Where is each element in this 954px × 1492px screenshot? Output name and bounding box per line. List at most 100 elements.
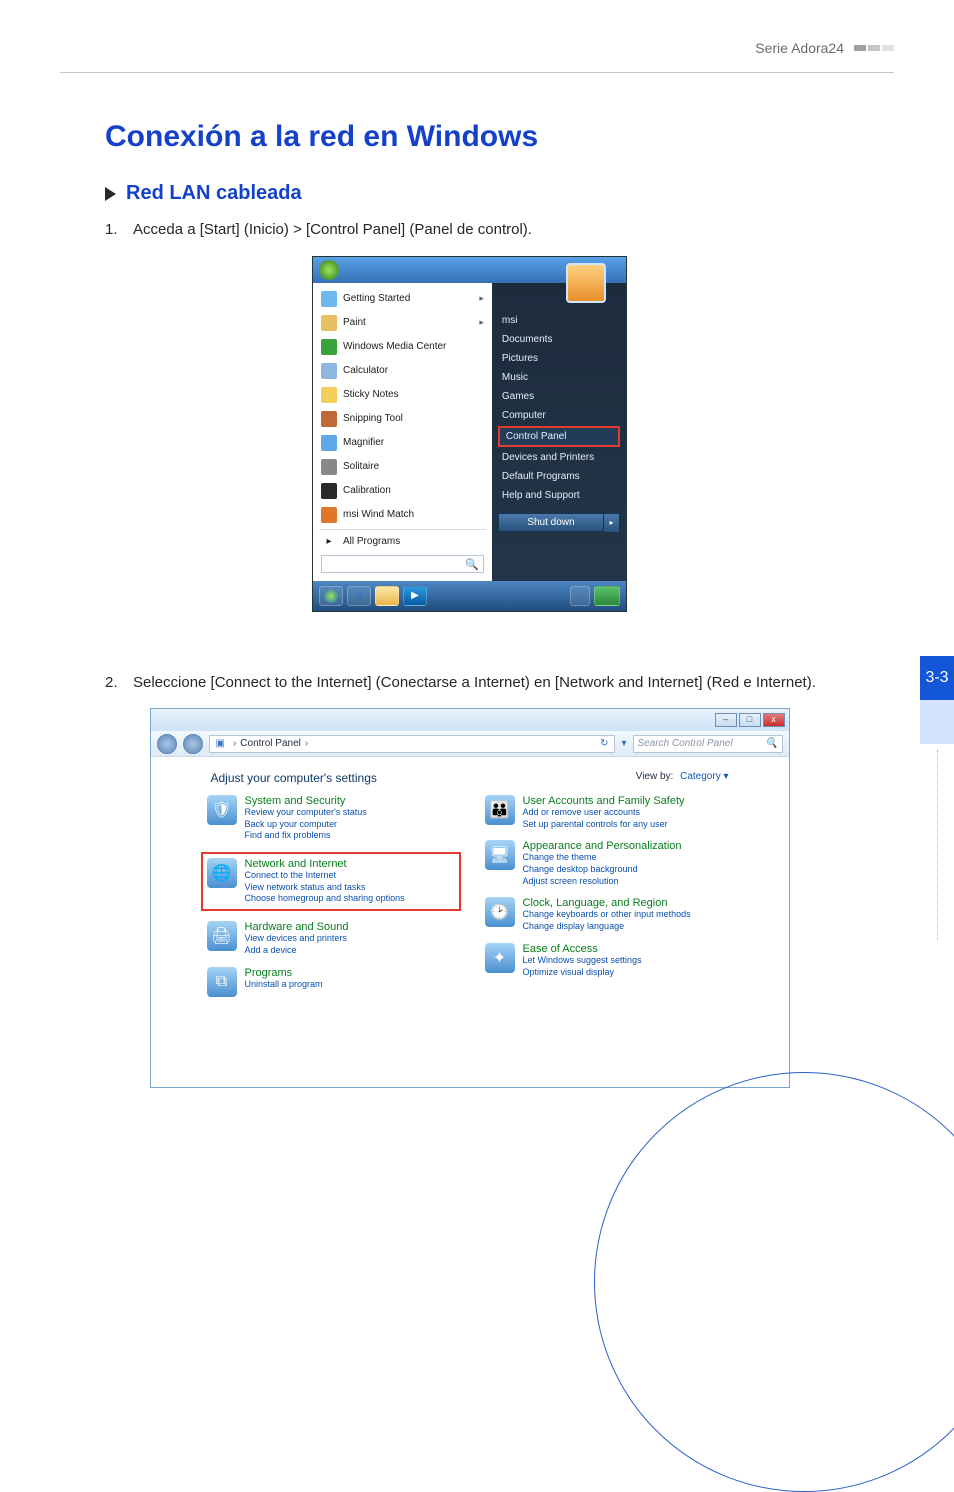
section-title: Red LAN cableada bbox=[126, 182, 302, 205]
cp-category-title: Appearance and Personalization bbox=[523, 840, 682, 852]
side-dots bbox=[937, 750, 938, 940]
program-label: Paint bbox=[343, 317, 366, 328]
cp-link: Choose homegroup and sharing options bbox=[245, 893, 405, 905]
taskbar-ie-icon: e bbox=[347, 586, 371, 606]
search-box: Search Control Panel 🔍 bbox=[633, 735, 783, 753]
start-menu-item: msi Wind Match bbox=[315, 503, 490, 527]
nav-forward-icon bbox=[183, 734, 203, 754]
cp-category-title: User Accounts and Family Safety bbox=[523, 795, 685, 807]
start-right-item: Games bbox=[492, 387, 626, 406]
breadcrumb: ▣ › Control Panel › ↻ bbox=[209, 735, 616, 753]
taskbar-start-icon bbox=[319, 586, 343, 606]
start-right-item: Music bbox=[492, 368, 626, 387]
step-text: Seleccione [Connect to the Internet] (Co… bbox=[133, 672, 834, 695]
control-panel-screenshot: – □ x ▣ › Control Panel › ↻ ▾ Search Con… bbox=[150, 708, 790, 1088]
cp-category-icon: 🌐 bbox=[207, 858, 237, 888]
window-titlebar: – □ x bbox=[151, 709, 789, 731]
start-menu-item: Sticky Notes bbox=[315, 383, 490, 407]
start-right-item-highlighted: Control Panel bbox=[498, 426, 620, 447]
minimize-button: – bbox=[715, 713, 737, 727]
program-label: Sticky Notes bbox=[343, 389, 399, 400]
chevron-right-icon: ▸ bbox=[479, 317, 484, 328]
cp-category-icon: 🕑 bbox=[485, 897, 515, 927]
start-right-item: Help and Support bbox=[492, 486, 626, 505]
start-menu-right-panel: msiDocumentsPicturesMusicGamesComputerCo… bbox=[492, 283, 626, 581]
all-programs: ▸All Programs bbox=[315, 532, 490, 551]
program-icon bbox=[321, 507, 337, 523]
step-text: Acceda a [Start] (Inicio) > [Control Pan… bbox=[133, 219, 834, 242]
cp-category-icon: 🛡 bbox=[207, 795, 237, 825]
start-orb-icon bbox=[319, 260, 339, 280]
series-label: Serie Adora24 bbox=[755, 40, 844, 56]
cp-col-right: 👪User Accounts and Family SafetyAdd or r… bbox=[485, 795, 733, 1007]
cp-category: 🖥Appearance and PersonalizationChange th… bbox=[485, 840, 733, 887]
search-icon: 🔍 bbox=[765, 738, 777, 749]
step-number: 2. bbox=[105, 672, 133, 695]
header-rule bbox=[60, 72, 894, 73]
chevron-right-icon: › bbox=[233, 738, 236, 749]
cp-category: 🌐Network and InternetConnect to the Inte… bbox=[201, 852, 461, 911]
cp-link: Adjust screen resolution bbox=[523, 876, 682, 888]
taskbar: e ▶ bbox=[313, 581, 626, 611]
cp-category: 🛡 System and SecurityReview your computer… bbox=[207, 795, 455, 842]
page-header: Serie Adora24 bbox=[755, 40, 894, 56]
program-icon bbox=[321, 387, 337, 403]
user-picture bbox=[566, 263, 606, 303]
view-by-label: View by: bbox=[636, 771, 674, 782]
program-label: Calculator bbox=[343, 365, 388, 376]
tray-status-icon bbox=[594, 586, 620, 606]
cp-category-title: Hardware and Sound bbox=[245, 921, 349, 933]
start-right-item: msi bbox=[492, 311, 626, 330]
page-tab: 3-3 bbox=[920, 656, 954, 700]
step-2: 2. Seleccione [Connect to the Internet] … bbox=[105, 672, 834, 695]
nav-bar: ▣ › Control Panel › ↻ ▾ Search Control P… bbox=[151, 731, 789, 757]
chevron-right-icon: › bbox=[305, 738, 308, 749]
cp-category: ✦Ease of AccessLet Windows suggest setti… bbox=[485, 943, 733, 978]
breadcrumb-icon: ▣ bbox=[216, 738, 225, 749]
program-label: msi Wind Match bbox=[343, 509, 414, 520]
cp-link: Add or remove user accounts bbox=[523, 807, 685, 819]
cp-link: Change the theme bbox=[523, 852, 682, 864]
cp-link: Review your computer's status bbox=[245, 807, 367, 819]
corner-decoration bbox=[594, 1072, 954, 1492]
cp-category-title: Programs bbox=[245, 967, 323, 979]
start-menu-item: Magnifier bbox=[315, 431, 490, 455]
cp-header: Adjust your computer's settings View by:… bbox=[151, 757, 789, 795]
view-by-value: Category ▾ bbox=[680, 771, 728, 782]
start-search-box: 🔍 bbox=[321, 555, 484, 573]
program-icon bbox=[321, 339, 337, 355]
shutdown-area: Shut down▸ bbox=[498, 513, 620, 533]
shutdown-dropdown-icon: ▸ bbox=[604, 513, 620, 533]
start-menu-left-panel: Getting Started▸Paint▸Windows Media Cent… bbox=[313, 283, 492, 581]
cp-category-title: System and Security bbox=[245, 795, 367, 807]
cp-link: Back up your computer bbox=[245, 819, 367, 831]
cp-category-title: Ease of Access bbox=[523, 943, 642, 955]
program-icon bbox=[321, 435, 337, 451]
program-icon bbox=[321, 483, 337, 499]
start-right-item: Pictures bbox=[492, 349, 626, 368]
all-programs-label: All Programs bbox=[343, 536, 400, 547]
cp-link: View network status and tasks bbox=[245, 882, 405, 894]
cp-category-icon: ⧉ bbox=[207, 967, 237, 997]
step-1: 1. Acceda a [Start] (Inicio) > [Control … bbox=[105, 219, 834, 242]
start-right-item: Default Programs bbox=[492, 467, 626, 486]
cp-category-title: Clock, Language, and Region bbox=[523, 897, 691, 909]
cp-link: Let Windows suggest settings bbox=[523, 955, 642, 967]
start-menu-item: Solitaire bbox=[315, 455, 490, 479]
caret-icon bbox=[105, 187, 116, 201]
page-tab-shadow bbox=[920, 700, 954, 744]
cp-link: Change display language bbox=[523, 921, 691, 933]
content: Conexión a la red en Windows Red LAN cab… bbox=[105, 120, 834, 1088]
cp-link: View devices and printers bbox=[245, 933, 349, 945]
start-right-item: Computer bbox=[492, 406, 626, 425]
program-label: Calibration bbox=[343, 485, 391, 496]
cp-category: 👪User Accounts and Family SafetyAdd or r… bbox=[485, 795, 733, 830]
cp-link: Change desktop background bbox=[523, 864, 682, 876]
cp-category: 🖨Hardware and SoundView devices and prin… bbox=[207, 921, 455, 956]
maximize-button: □ bbox=[739, 713, 761, 727]
cp-category: 🕑 Clock, Language, and RegionChange keybo… bbox=[485, 897, 733, 932]
start-menu-item: Snipping Tool bbox=[315, 407, 490, 431]
shutdown-button: Shut down bbox=[498, 513, 604, 532]
cp-link: Change keyboards or other input methods bbox=[523, 909, 691, 921]
view-by: View by: Category ▾ bbox=[636, 771, 729, 785]
